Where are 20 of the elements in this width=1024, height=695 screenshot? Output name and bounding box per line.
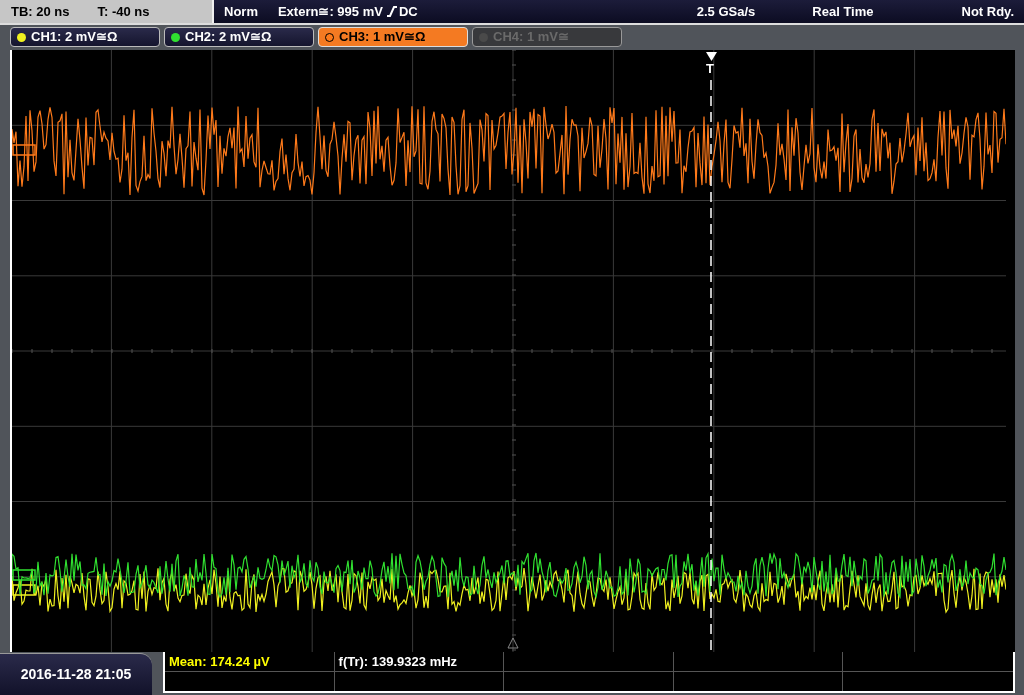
date-time-label: 2016-11-28 21:05	[0, 653, 152, 695]
state-label: Not Rdy.	[961, 2, 1014, 21]
trigger-time-label: T: -40 ns	[97, 2, 150, 21]
trigger-mode-label: Norm	[224, 2, 258, 21]
rising-edge-icon	[385, 5, 398, 18]
channel-tab[interactable]: CH2: 2 mV≅Ω	[164, 27, 314, 47]
trigger-marker-label: T	[706, 62, 714, 75]
measurement-value: Mean: 174.24 µV	[169, 654, 270, 669]
trigger-offset-icon[interactable]	[507, 637, 519, 649]
channel-tab[interactable]: CH3: 1 mV≅Ω	[318, 27, 468, 47]
measurement-value: f(Tr): 139.9323 mHz	[338, 654, 458, 669]
trigger-position-icon[interactable]	[706, 52, 717, 61]
ground-marker-icon[interactable]	[12, 144, 36, 156]
trigger-coupling-label: DC	[398, 2, 418, 21]
trigger-source-label: Extern≅: 995 mV	[277, 2, 383, 21]
acquisition-label: Real Time	[812, 2, 874, 21]
sample-rate-label: 2.5 GSa/s	[696, 2, 756, 21]
ground-marker-icon[interactable]	[12, 569, 36, 581]
timebase-label: TB: 20 ns	[11, 2, 70, 21]
channel-tab[interactable]: CH1: 2 mV≅Ω	[10, 27, 160, 47]
